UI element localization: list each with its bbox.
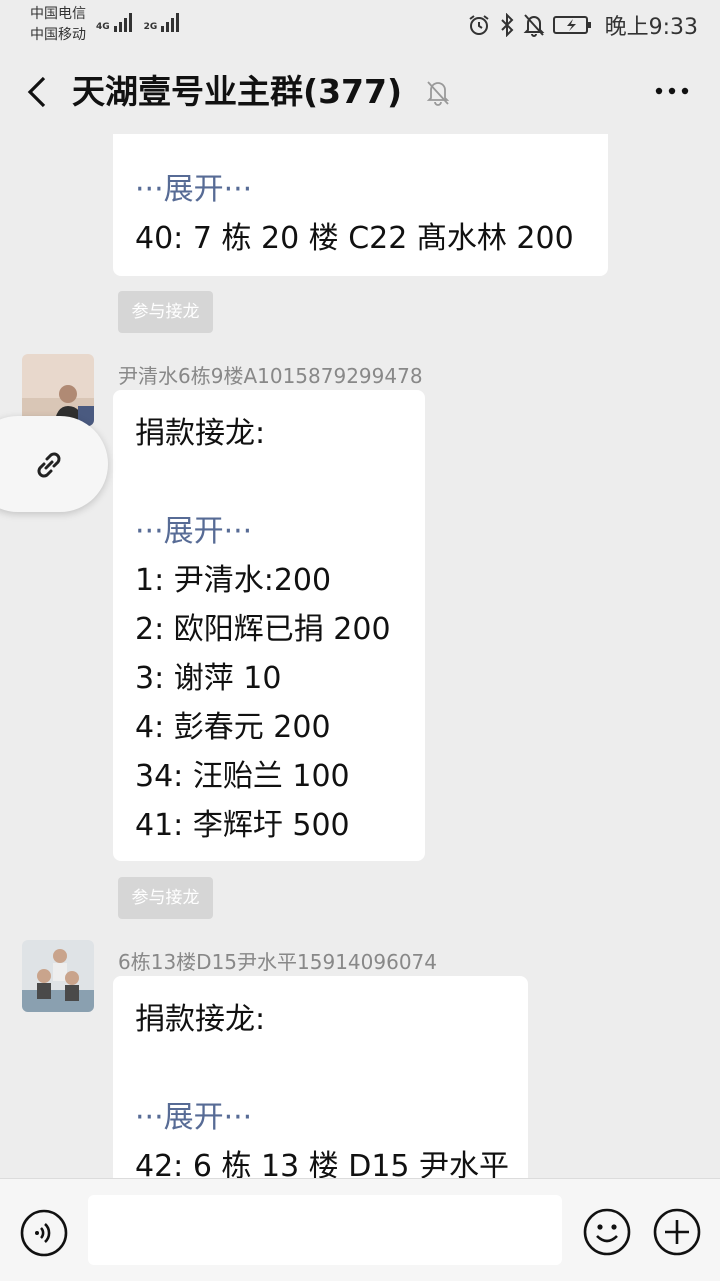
voice-icon[interactable]: [20, 1209, 68, 1257]
signal-bars-1-icon: [113, 12, 132, 32]
signal-indicators: 4G 2G: [96, 12, 180, 32]
input-bar: [0, 1178, 720, 1281]
message-line: 3: 谢萍 10: [135, 661, 282, 696]
clock-time: 晚上9:33: [604, 15, 698, 40]
floating-link-button[interactable]: [0, 416, 108, 512]
bell-off-icon: [523, 14, 545, 37]
message-line: 41: 李辉圩 500: [135, 808, 350, 843]
message-heading: 捐款接龙:: [135, 416, 266, 451]
more-dots-icon[interactable]: [654, 84, 690, 98]
expand-link[interactable]: ···展开···: [135, 165, 586, 214]
emoji-icon[interactable]: [582, 1207, 632, 1257]
message-list[interactable]: ···展开··· 40: 7 栋 20 楼 C22 髙水林 200 参与接龙 尹…: [0, 134, 720, 1178]
message-line: 42: 6 栋 13 楼 D15 尹水平: [135, 1149, 510, 1178]
message-line: 4: 彭春元 200: [135, 710, 331, 745]
message-bubble[interactable]: 捐款接龙: ···展开··· 42: 6 栋 13 楼 D15 尹水平: [113, 976, 528, 1178]
network-type-2: 2G: [143, 22, 158, 32]
status-bar: 中国电信 中国移动 4G 2G 晚上9:33: [0, 0, 720, 50]
message-line: 1: 尹清水:200: [135, 563, 332, 598]
mute-bell-icon: [426, 81, 450, 106]
link-icon: [37, 452, 61, 478]
message-line: 2: 欧阳辉已捐 200: [135, 612, 391, 647]
message-bubble[interactable]: 捐款接龙: ···展开··· 1: 尹清水:200 2: 欧阳辉已捐 200 3…: [113, 390, 425, 861]
avatar[interactable]: [22, 940, 94, 1012]
plus-icon[interactable]: [652, 1207, 702, 1257]
signal-bars-2-icon: [161, 12, 180, 32]
carrier-1: 中国电信: [30, 6, 86, 22]
battery-charging-icon: [552, 16, 591, 34]
message-line: 34: 汪贻兰 100: [135, 759, 350, 794]
join-jielong-button[interactable]: 参与接龙: [118, 291, 213, 333]
join-jielong-button[interactable]: 参与接龙: [118, 877, 213, 919]
expand-link[interactable]: ···展开···: [135, 1093, 506, 1142]
sender-name: 6栋13楼D15尹水平15914096074: [118, 950, 437, 974]
network-type-1: 4G: [96, 22, 110, 32]
message-input[interactable]: [88, 1195, 562, 1265]
back-chevron-icon[interactable]: [20, 74, 56, 110]
avatar-photo: [22, 940, 94, 1012]
sender-name: 尹清水6栋9楼A1015879299478: [118, 364, 423, 388]
chat-title: 天湖壹号业主群(377): [72, 72, 403, 111]
message-bubble[interactable]: ···展开··· 40: 7 栋 20 楼 C22 髙水林 200: [113, 134, 608, 276]
message-heading: 捐款接龙:: [135, 1002, 266, 1037]
chat-header: 天湖壹号业主群(377): [0, 50, 720, 134]
message-line: 40: 7 栋 20 楼 C22 髙水林 200: [135, 221, 574, 256]
expand-link[interactable]: ···展开···: [135, 507, 403, 556]
alarm-icon: [468, 15, 489, 35]
bluetooth-icon: [500, 13, 514, 37]
carrier-2: 中国移动: [30, 27, 86, 43]
